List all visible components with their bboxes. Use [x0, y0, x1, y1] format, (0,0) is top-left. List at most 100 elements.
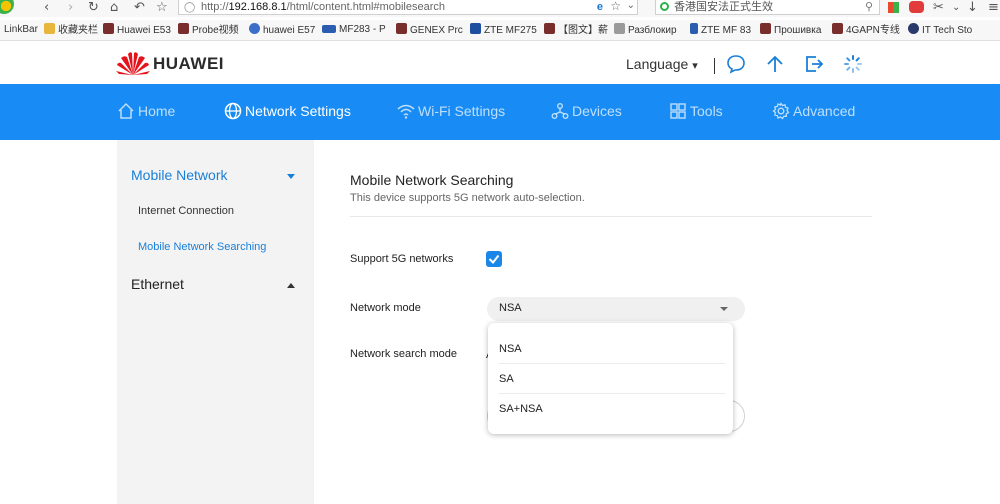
star-icon[interactable]: ☆ [156, 0, 168, 15]
browser-toolbar: ‹ › ↻ ⌂ ↶ ☆ ◯ http://192.168.8.1/html/co… [0, 0, 1000, 17]
dropdown-option-sa[interactable]: SA [499, 364, 725, 394]
language-caret: ▾ [692, 60, 698, 72]
logout-icon[interactable] [804, 54, 824, 74]
network-mode-select[interactable]: NSA [487, 297, 745, 321]
bookmark-item[interactable]: IT Tech Sto [908, 23, 972, 38]
search-engine-icon [660, 2, 669, 11]
page-icon [396, 23, 407, 34]
tool-icon [614, 23, 625, 34]
bookmark-item[interactable]: LinkBar [4, 23, 38, 37]
search-box[interactable]: 香港国安法正式生效 ⚲ [655, 0, 880, 15]
network-search-mode-label: Network search mode [350, 348, 457, 360]
bookmark-item[interactable]: Probe视频 [178, 23, 239, 38]
folder-icon [44, 23, 55, 34]
wifi-icon [397, 104, 415, 119]
sidebar-item-mobile-network-searching[interactable]: Mobile Network Searching [138, 241, 266, 253]
language-label: Language [626, 56, 689, 72]
checkmark-icon [488, 254, 500, 265]
reload-icon[interactable]: ↻ [88, 0, 99, 15]
chevron-down-icon[interactable]: ⌄ [952, 0, 960, 15]
bookmark-item[interactable]: 4GAPN专线 [832, 23, 900, 38]
apps-grid-icon[interactable] [888, 2, 899, 13]
page-icon [544, 23, 555, 34]
chevron-down-icon[interactable] [287, 174, 295, 179]
page-icon [103, 23, 114, 34]
dropdown-option-nsa[interactable]: NSA [499, 334, 725, 364]
bookmark-item[interactable]: GENEX Prc [396, 23, 463, 38]
nav-label: Advanced [793, 103, 856, 119]
menu-icon[interactable]: ≡ [988, 0, 999, 15]
bookmark-item[interactable]: Разблокир [614, 23, 677, 38]
page-icon [832, 23, 843, 34]
bookmark-item[interactable]: Huawei E53 [103, 23, 171, 38]
network-mode-value: NSA [499, 302, 522, 314]
search-icon[interactable]: ⚲ [865, 0, 873, 14]
globe-icon [224, 102, 242, 120]
nav-label: Wi-Fi Settings [418, 103, 506, 119]
search-text: 香港国安法正式生效 [674, 1, 773, 13]
page-title: Mobile Network Searching [350, 172, 514, 188]
back-icon[interactable]: ‹ [44, 0, 49, 15]
nav-tools[interactable]: Tools [669, 102, 723, 120]
dropdown-option-sa-nsa[interactable]: SA+NSA [499, 394, 725, 424]
gear-icon [772, 102, 790, 120]
nav-devices[interactable]: Devices [551, 102, 622, 120]
ie-icon[interactable]: e [597, 0, 603, 14]
url-path: /html/content.html#mobilesearch [286, 1, 446, 13]
sidebar-item-internet-connection[interactable]: Internet Connection [138, 205, 234, 217]
upload-arrow-icon[interactable] [765, 54, 785, 74]
tools-icon [670, 103, 686, 119]
shield-icon: ◯ [184, 2, 196, 13]
nav-label: Network Settings [245, 103, 351, 119]
bookmark-item[interactable]: ZTE MF 83 [690, 23, 751, 38]
bookmark-item[interactable]: ZTE MF275 [470, 23, 537, 38]
chevron-down-icon [720, 307, 728, 311]
game-icon[interactable] [909, 1, 924, 13]
home-icon [118, 102, 134, 119]
title-divider [350, 216, 872, 217]
nav-label: Home [138, 103, 176, 119]
undo-icon[interactable]: ↶ [134, 0, 145, 15]
url-host: 192.168.8.1 [228, 1, 287, 13]
page-description: This device supports 5G network auto-sel… [350, 192, 585, 204]
dropdown-arrow-icon[interactable]: ⌄ [627, 0, 635, 13]
home-browser-icon[interactable]: ⌂ [110, 0, 118, 15]
nav-home[interactable]: Home [117, 102, 175, 120]
page-icon [178, 23, 189, 34]
support-5g-label: Support 5G networks [350, 253, 454, 265]
download-icon[interactable]: ↓ [967, 0, 978, 15]
address-bar[interactable]: ◯ http://192.168.8.1/html/content.html#m… [178, 0, 638, 15]
router-header: HUAWEI Language ▾ [0, 42, 1000, 84]
bookmark-item[interactable]: MF283 - P [322, 23, 386, 37]
sidebar-section-ethernet[interactable]: Ethernet [131, 276, 184, 292]
forward-icon[interactable]: › [68, 0, 73, 15]
nav-label: Devices [572, 103, 622, 119]
huawei-logo-icon [116, 52, 150, 75]
zte-icon [322, 25, 336, 33]
paw-icon [249, 23, 260, 34]
page-icon [760, 23, 771, 34]
bell-icon [470, 23, 481, 34]
language-selector[interactable]: Language ▾ [626, 56, 698, 72]
nav-label: Tools [690, 103, 723, 119]
nav-wifi-settings[interactable]: Wi-Fi Settings [397, 102, 505, 120]
browser-logo [0, 0, 14, 14]
favorite-star-icon[interactable]: ☆ [610, 0, 621, 13]
bookmark-item[interactable]: 收藏夹栏 [44, 23, 98, 38]
globe-fav-icon [908, 23, 919, 34]
support-5g-checkbox[interactable] [486, 251, 502, 267]
nav-network-settings[interactable]: Network Settings [224, 102, 351, 120]
message-icon[interactable] [726, 54, 746, 74]
devices-icon [551, 103, 569, 119]
bookmark-item[interactable]: Прошивка [760, 23, 821, 38]
loading-spinner-icon [844, 55, 862, 73]
network-mode-dropdown: NSA SA SA+NSA [488, 323, 733, 434]
main-nav: Home Network Settings Wi-Fi Settings Dev… [0, 84, 1000, 140]
nav-advanced[interactable]: Advanced [772, 102, 855, 120]
bookmark-item[interactable]: 【图文】薪 [544, 23, 608, 38]
scissors-icon[interactable]: ✂ [933, 0, 944, 15]
sidebar-section-mobile-network[interactable]: Mobile Network [131, 167, 227, 183]
header-separator [714, 58, 715, 74]
bookmark-item[interactable]: huawei E57 [249, 23, 315, 38]
chevron-up-icon[interactable] [287, 283, 295, 288]
